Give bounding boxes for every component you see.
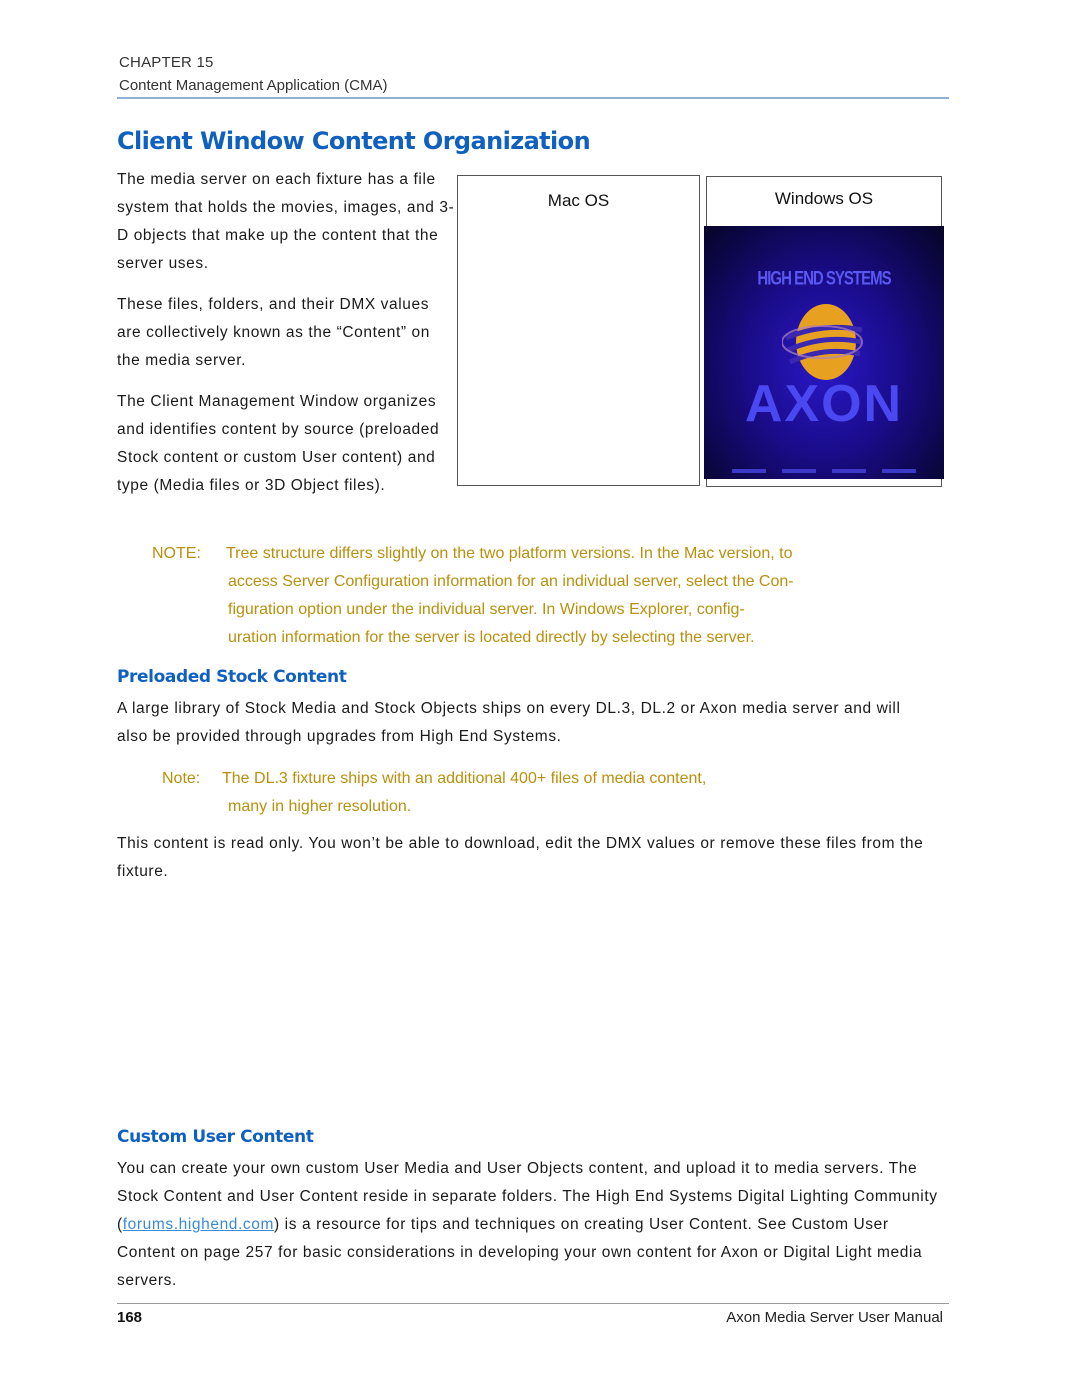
note-line: many in higher resolution. (228, 798, 412, 815)
forums-link[interactable]: forums.highend.com (123, 1216, 274, 1233)
custom-paragraph: You can create your own custom User Medi… (117, 1155, 947, 1295)
intro-paragraph: These files, folders, and their DMX valu… (117, 296, 430, 369)
page-title: Client Window Content Organization (117, 127, 591, 155)
splash-menu-item (832, 469, 866, 473)
note-line: figuration option under the individual s… (228, 601, 745, 618)
note-line: access Server Configuration information … (228, 573, 794, 590)
globe-logo-icon (782, 304, 863, 380)
splash-brand-text: HIGH END SYSTEMS (757, 267, 891, 290)
intro-text: The media server on each fixture has a f… (117, 166, 457, 513)
footer-divider (117, 1303, 949, 1304)
dl3-note: Note: The DL.3 fixture ships with an addi… (162, 765, 922, 821)
stock-paragraph: A large library of Stock Media and Stock… (117, 700, 901, 745)
splash-menu-item (782, 469, 816, 473)
manual-title: Axon Media Server User Manual (726, 1309, 943, 1326)
chapter-number: CHAPTER 15 (119, 54, 214, 71)
axon-splash-image: HIGH END SYSTEMS AXON (704, 226, 944, 479)
intro-paragraph: The media server on each fixture has a f… (117, 171, 455, 272)
platform-note: NOTE: Tree structure differs slightly on … (152, 540, 942, 652)
section-heading-custom: Custom User Content (117, 1127, 314, 1147)
note-label: Note: (162, 770, 201, 787)
intro-paragraph: The Client Management Window organizes a… (117, 393, 440, 494)
mac-os-label: Mac OS (547, 191, 610, 210)
mac-os-figure: Mac OS (457, 175, 700, 486)
windows-os-label: Windows OS (774, 189, 874, 208)
splash-menu-item (732, 469, 766, 473)
section-heading-stock: Preloaded Stock Content (117, 667, 347, 687)
custom-text: on page 257 for basic considerations in … (117, 1244, 923, 1289)
note-label: NOTE: (152, 545, 201, 562)
splash-title-text: AXON (744, 375, 904, 433)
page-number: 168 (117, 1309, 143, 1326)
chapter-title: Content Management Application (CMA) (119, 77, 388, 94)
note-line: uration information for the server is lo… (228, 629, 755, 646)
read-only-paragraph: This content is read only. You won’t be … (117, 835, 924, 880)
note-line: The DL.3 fixture ships with an additiona… (222, 770, 707, 787)
header-divider (117, 97, 949, 99)
splash-menu-item (882, 469, 916, 473)
note-line: Tree structure differs slightly on the t… (226, 545, 793, 562)
splash-menu-bar (732, 469, 916, 473)
custom-text: ) is a resource for tips and techniques … (274, 1216, 792, 1233)
